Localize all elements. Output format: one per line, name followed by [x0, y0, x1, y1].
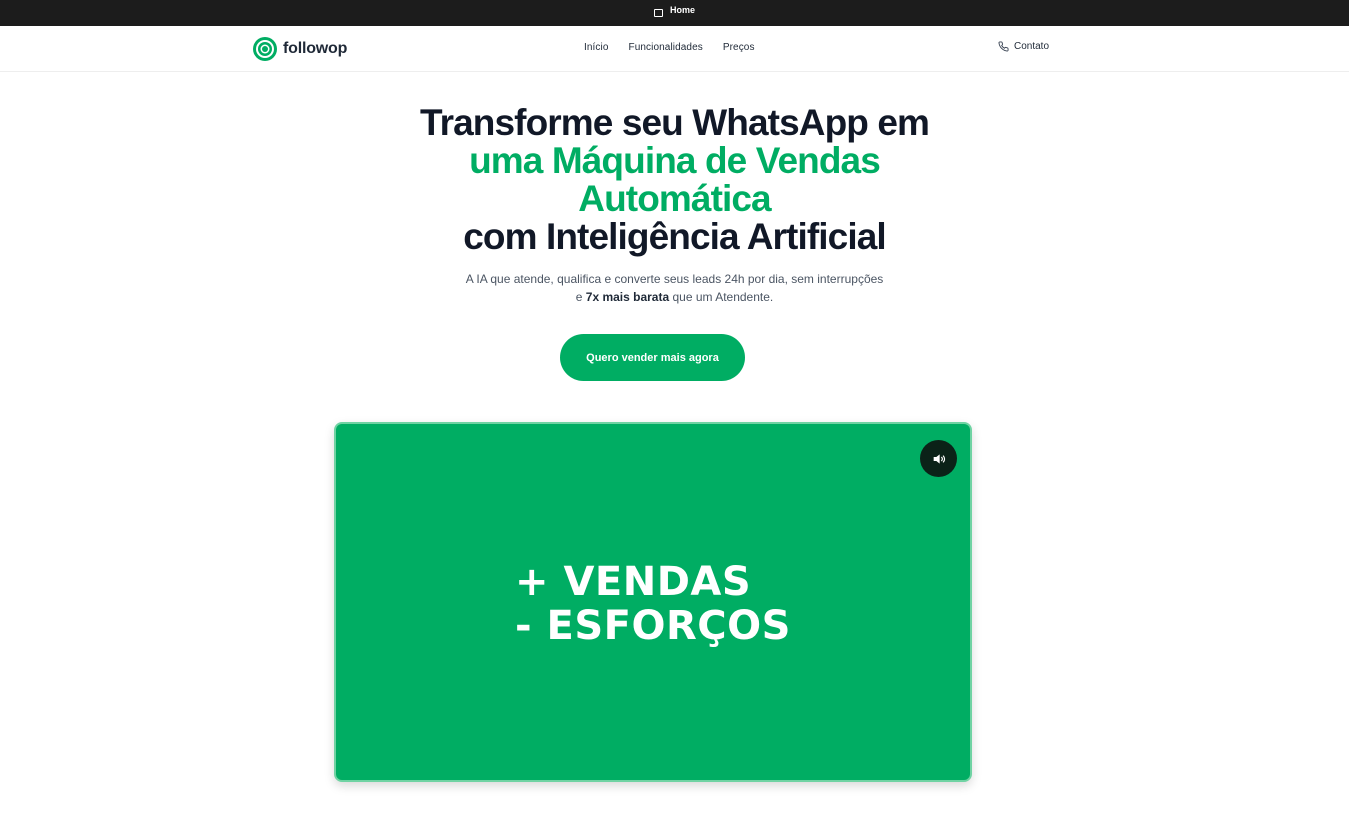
headline-line-2: uma Máquina de Vendas — [469, 140, 881, 181]
navbar: followop Início Funcionalidades Preços C… — [0, 26, 1349, 72]
window-icon — [653, 9, 663, 17]
nav-link-inicio[interactable]: Início — [584, 42, 609, 53]
subtitle-part-2: que um Atendente. — [669, 290, 774, 304]
subtitle-bold: 7x mais barata — [585, 290, 670, 304]
video-player[interactable]: + VENDAS - ESFORÇOS — [334, 422, 972, 782]
contact-link[interactable]: Contato — [998, 41, 1049, 52]
headline-line-3: Automática — [578, 178, 771, 219]
logo-text: followop — [283, 40, 348, 57]
hero-section: Transforme seu WhatsApp em uma Máquina d… — [0, 104, 1349, 306]
nav-link-funcionalidades[interactable]: Funcionalidades — [629, 42, 703, 53]
contact-label: Contato — [1014, 41, 1050, 52]
video-caption: + VENDAS - ESFORÇOS — [515, 560, 791, 648]
hero-headline: Transforme seu WhatsApp em uma Máquina d… — [0, 104, 1349, 256]
cta-button[interactable]: Quero vender mais agora — [560, 334, 745, 381]
video-caption-line-2: - ESFORÇOS — [515, 603, 791, 649]
volume-icon — [933, 453, 945, 464]
tab-home-label[interactable]: Home — [670, 5, 695, 15]
browser-tab-bar: Home — [0, 0, 1349, 26]
logo-icon — [253, 37, 277, 61]
hero-subtitle: A IA que atende, qualifica e converte se… — [465, 270, 885, 306]
video-caption-line-1: + VENDAS — [515, 559, 752, 605]
phone-icon — [998, 41, 1009, 52]
logo[interactable]: followop — [252, 36, 347, 62]
nav-link-precos[interactable]: Preços — [723, 42, 755, 53]
nav-links: Início Funcionalidades Preços — [584, 42, 755, 53]
headline-line-1: Transforme seu WhatsApp em — [419, 102, 930, 143]
headline-line-4: com Inteligência Artificial — [463, 216, 886, 257]
sound-toggle-button[interactable] — [920, 440, 957, 477]
